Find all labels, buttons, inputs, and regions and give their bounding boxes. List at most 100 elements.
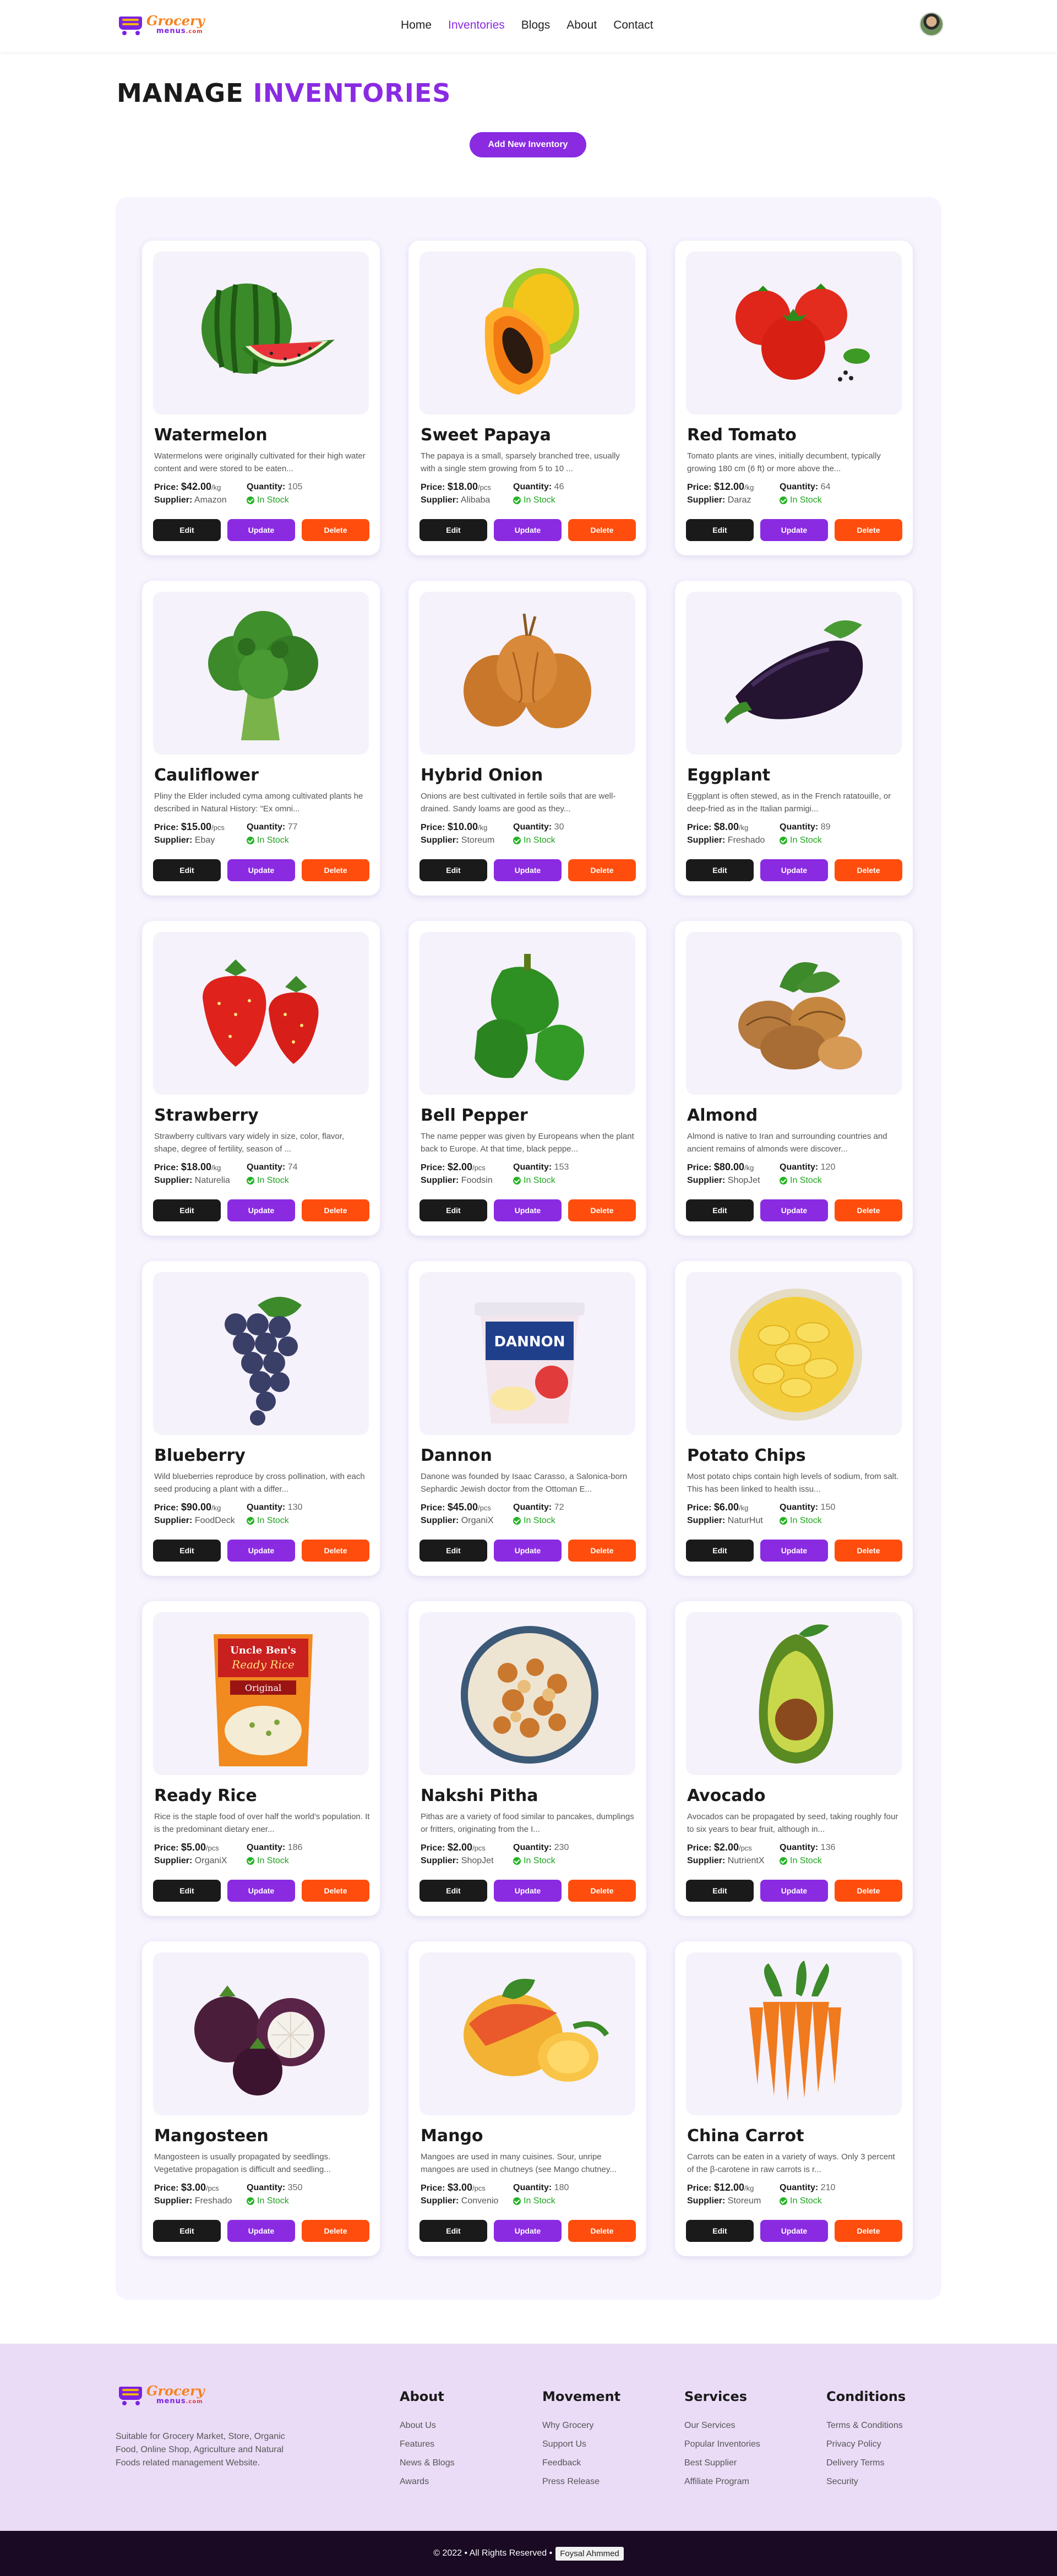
item-unit: /pcs [472,1164,486,1172]
quantity-label: Quantity: [247,1843,286,1852]
update-button[interactable]: Update [760,1540,828,1562]
footer-link[interactable]: Best Supplier [684,2454,760,2473]
delete-button[interactable]: Delete [302,1199,369,1221]
user-avatar[interactable] [919,12,944,36]
item-supplier: OrganiX [461,1516,494,1525]
item-quantity: 64 [820,482,831,492]
edit-button[interactable]: Edit [419,519,487,541]
edit-button[interactable]: Edit [686,859,754,881]
delete-button[interactable]: Delete [568,859,636,881]
footer-link[interactable]: Affiliate Program [684,2473,760,2491]
edit-button[interactable]: Edit [419,1199,487,1221]
edit-button[interactable]: Edit [153,1880,221,1902]
edit-button[interactable]: Edit [153,859,221,881]
delete-button[interactable]: Delete [835,1199,902,1221]
update-button[interactable]: Update [760,859,828,881]
footer-col-services: Services Our Services Popular Inventorie… [684,2389,760,2491]
price-label: Price: [687,1503,712,1513]
item-name: Cauliflower [154,766,259,785]
stock-label: In Stock [257,2196,289,2206]
edit-button[interactable]: Edit [686,519,754,541]
nav-home[interactable]: Home [401,19,432,32]
delete-button[interactable]: Delete [835,2220,902,2242]
copyright-text: © 2022 • All Rights Reserved • [433,2548,553,2558]
check-circle-icon [513,1516,521,1525]
footer-link[interactable]: Why Grocery [542,2416,620,2435]
edit-button[interactable]: Edit [153,1540,221,1562]
edit-button[interactable]: Edit [153,519,221,541]
update-button[interactable]: Update [494,2220,562,2242]
footer-logo[interactable]: Grocery menus.com [117,2383,205,2405]
footer-link[interactable]: Security [826,2473,906,2491]
footer-link[interactable]: Feedback [542,2454,620,2473]
delete-button[interactable]: Delete [568,1880,636,1902]
item-supplier: Convenio [461,2196,499,2206]
edit-button[interactable]: Edit [686,1540,754,1562]
footer-link[interactable]: Privacy Policy [826,2435,906,2454]
nav-inventories[interactable]: Inventories [448,19,505,32]
quantity-label: Quantity: [513,1503,552,1512]
footer-link[interactable]: Popular Inventories [684,2435,760,2454]
update-button[interactable]: Update [494,519,562,541]
footer-link[interactable]: Awards [400,2473,455,2491]
chips-icon [686,1272,902,1435]
delete-button[interactable]: Delete [302,519,369,541]
footer-link[interactable]: News & Blogs [400,2454,455,2473]
delete-button[interactable]: Delete [568,1540,636,1562]
update-button[interactable]: Update [227,2220,295,2242]
delete-button[interactable]: Delete [835,1880,902,1902]
edit-button[interactable]: Edit [686,1880,754,1902]
item-name: Eggplant [687,766,771,785]
edit-button[interactable]: Edit [153,2220,221,2242]
edit-button[interactable]: Edit [419,859,487,881]
footer-link[interactable]: Our Services [684,2416,760,2435]
nav-about[interactable]: About [566,19,597,32]
author-name[interactable]: Foysal Ahmmed [555,2546,624,2561]
delete-button[interactable]: Delete [835,859,902,881]
update-button[interactable]: Update [494,1540,562,1562]
nav-contact[interactable]: Contact [613,19,653,32]
delete-button[interactable]: Delete [568,2220,636,2242]
edit-button[interactable]: Edit [419,1880,487,1902]
site-logo[interactable]: Grocery menus.com [117,13,205,35]
delete-button[interactable]: Delete [835,519,902,541]
delete-button[interactable]: Delete [568,519,636,541]
update-button[interactable]: Update [227,519,295,541]
update-button[interactable]: Update [227,859,295,881]
add-new-inventory-button[interactable]: Add New Inventory [470,132,586,157]
update-button[interactable]: Update [494,1199,562,1221]
update-button[interactable]: Update [760,1199,828,1221]
footer-link[interactable]: About Us [400,2416,455,2435]
item-meta: Price: $12.00/kg Quantity: 64 Supplier: … [687,481,903,506]
update-button[interactable]: Update [760,2220,828,2242]
footer-link[interactable]: Terms & Conditions [826,2416,906,2435]
update-button[interactable]: Update [494,1880,562,1902]
update-button[interactable]: Update [760,519,828,541]
footer-link[interactable]: Press Release [542,2473,620,2491]
footer-link[interactable]: Delivery Terms [826,2454,906,2473]
inventory-card: Bell Pepper The name pepper was given by… [408,921,646,1236]
footer-link[interactable]: Support Us [542,2435,620,2454]
delete-button[interactable]: Delete [568,1199,636,1221]
delete-button[interactable]: Delete [302,1880,369,1902]
delete-button[interactable]: Delete [302,1540,369,1562]
delete-button[interactable]: Delete [302,859,369,881]
update-button[interactable]: Update [227,1880,295,1902]
item-name: Bell Pepper [421,1106,528,1125]
delete-button[interactable]: Delete [835,1540,902,1562]
update-button[interactable]: Update [227,1540,295,1562]
item-price: $2.00 [713,1842,739,1853]
edit-button[interactable]: Edit [419,1540,487,1562]
edit-button[interactable]: Edit [686,1199,754,1221]
update-button[interactable]: Update [494,859,562,881]
edit-button[interactable]: Edit [686,2220,754,2242]
footer-link[interactable]: Features [400,2435,455,2454]
update-button[interactable]: Update [760,1880,828,1902]
item-meta: Price: $45.00/pcs Quantity: 72 Supplier:… [421,1501,636,1527]
edit-button[interactable]: Edit [153,1199,221,1221]
nav-blogs[interactable]: Blogs [521,19,551,32]
delete-button[interactable]: Delete [302,2220,369,2242]
update-button[interactable]: Update [227,1199,295,1221]
edit-button[interactable]: Edit [419,2220,487,2242]
item-unit: /pcs [205,1844,219,1852]
